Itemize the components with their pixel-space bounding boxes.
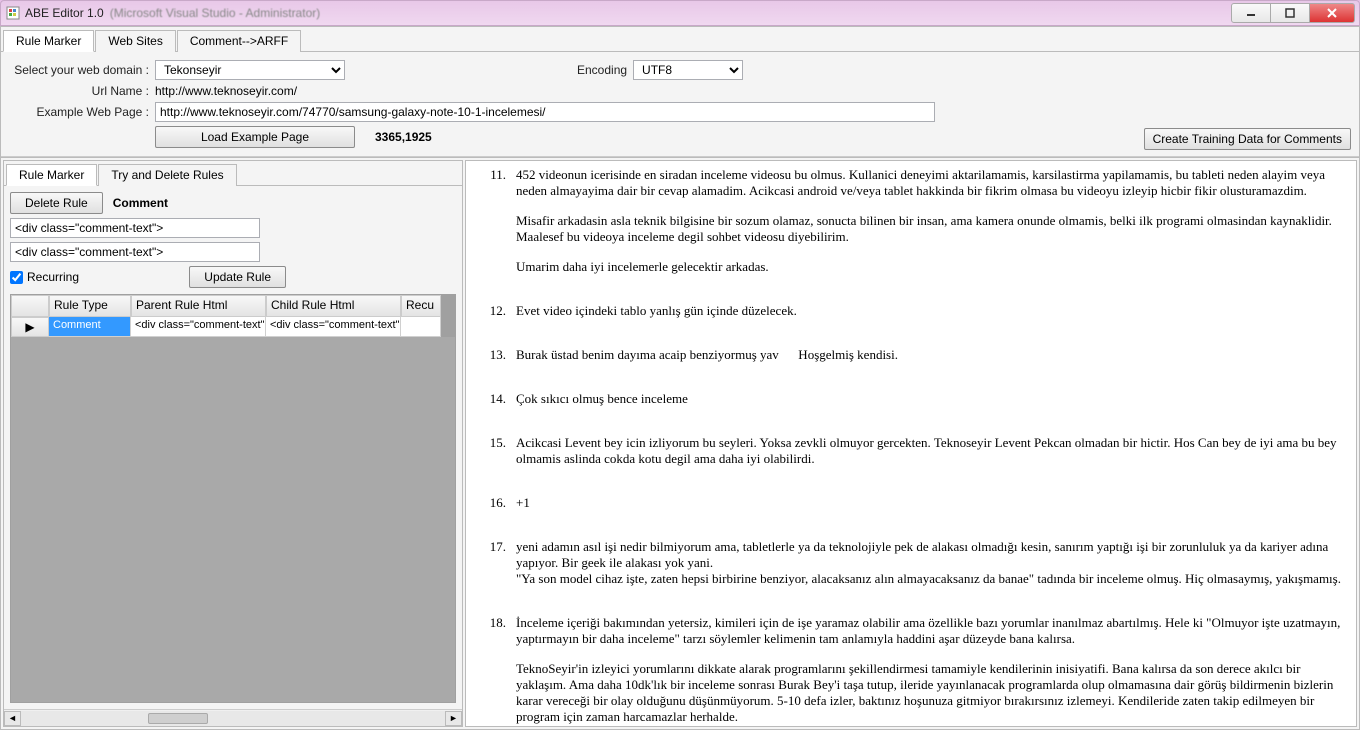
comment-number: 11. xyxy=(476,167,506,289)
row-marker: ▶ xyxy=(11,317,49,337)
rules-grid[interactable]: Rule Type Parent Rule Html Child Rule Ht… xyxy=(10,294,456,703)
comment-paragraph: TeknoSeyir'in izleyici yorumlarını dikka… xyxy=(516,661,1346,725)
recurring-checkbox-label[interactable]: Recurring xyxy=(10,270,79,284)
comment-row: 13. Burak üstad benim dayıma acaip benziy… xyxy=(476,347,1346,377)
left-hscrollbar[interactable]: ◄ ► xyxy=(4,709,462,726)
domain-label: Select your web domain : xyxy=(9,63,149,77)
comment-number: 15. xyxy=(476,435,506,481)
split-container: Rule Marker Try and Delete Rules Delete … xyxy=(1,157,1359,729)
grid-corner xyxy=(11,295,49,317)
comment-number: 16. xyxy=(476,495,506,525)
comment-text: +1 xyxy=(516,495,1346,525)
cell-recu[interactable] xyxy=(401,317,441,337)
comment-paragraph: Burak üstad benim dayıma acaip benziyorm… xyxy=(516,347,1346,363)
table-row[interactable]: ▶ Comment <div class="comment-text"> <di… xyxy=(11,317,455,337)
right-pane: 11. 452 videonun icerisinde en siradan in… xyxy=(465,160,1357,727)
scroll-left-icon[interactable]: ◄ xyxy=(4,711,21,726)
load-example-button[interactable]: Load Example Page xyxy=(155,126,355,148)
example-label: Example Web Page : xyxy=(9,105,149,119)
top-form: Select your web domain : Tekonseyir Enco… xyxy=(1,52,1359,157)
urlname-value: http://www.teknoseyir.com/ xyxy=(155,84,297,98)
comment-text: Evet video içindeki tablo yanlış gün içi… xyxy=(516,303,1346,333)
comment-row: 18. İnceleme içeriği bakımından yetersiz,… xyxy=(476,615,1346,727)
col-parent[interactable]: Parent Rule Html xyxy=(131,295,266,317)
comment-text: Acikcasi Levent bey icin izliyorum bu se… xyxy=(516,435,1346,481)
app-icon xyxy=(5,5,21,21)
domain-select[interactable]: Tekonseyir xyxy=(155,60,345,80)
left-tab-try-delete[interactable]: Try and Delete Rules xyxy=(98,164,236,186)
comment-number: 13. xyxy=(476,347,506,377)
cell-parent[interactable]: <div class="comment-text"> xyxy=(131,317,266,337)
comment-row: 11. 452 videonun icerisinde en siradan in… xyxy=(476,167,1346,289)
example-input[interactable] xyxy=(155,102,935,122)
minimize-button[interactable] xyxy=(1231,3,1271,23)
col-child[interactable]: Child Rule Html xyxy=(266,295,401,317)
comment-number: 18. xyxy=(476,615,506,727)
close-button[interactable] xyxy=(1309,3,1355,23)
comment-row: 17. yeni adamın asıl işi nedir bilmiyorum… xyxy=(476,539,1346,601)
scroll-right-icon[interactable]: ► xyxy=(445,711,462,726)
scroll-track[interactable] xyxy=(21,711,445,726)
left-tab-rule-marker[interactable]: Rule Marker xyxy=(6,164,97,186)
left-pane: Rule Marker Try and Delete Rules Delete … xyxy=(3,160,463,727)
comment-number: 17. xyxy=(476,539,506,601)
update-rule-button[interactable]: Update Rule xyxy=(189,266,286,288)
comment-paragraph: Acikcasi Levent bey icin izliyorum bu se… xyxy=(516,435,1346,467)
child-html-input[interactable] xyxy=(10,242,260,262)
rule-type-label: Comment xyxy=(113,196,168,210)
encoding-select[interactable]: UTF8 xyxy=(633,60,743,80)
main-tabstrip: Rule Marker Web Sites Comment-->ARFF xyxy=(1,27,1359,52)
comment-text: Çok sıkıcı olmuş bence inceleme xyxy=(516,391,1346,421)
recurring-checkbox[interactable] xyxy=(10,271,23,284)
comment-number: 12. xyxy=(476,303,506,333)
grid-header: Rule Type Parent Rule Html Child Rule Ht… xyxy=(11,295,455,317)
parent-html-input[interactable] xyxy=(10,218,260,238)
cell-child[interactable]: <div class="comment-text"> xyxy=(266,317,401,337)
comment-row: 12. Evet video içindeki tablo yanlış gün … xyxy=(476,303,1346,333)
tab-comment-arff[interactable]: Comment-->ARFF xyxy=(177,30,301,52)
col-recu[interactable]: Recu xyxy=(401,295,441,317)
comment-paragraph: yeni adamın asıl işi nedir bilmiyorum am… xyxy=(516,539,1346,587)
col-rule-type[interactable]: Rule Type xyxy=(49,295,131,317)
urlname-label: Url Name : xyxy=(9,84,149,98)
comment-paragraph: Misafir arkadasin asla teknik bilgisine … xyxy=(516,213,1346,245)
comment-paragraph: Umarim daha iyi incelemerle gelecektir a… xyxy=(516,259,1346,275)
left-tabstrip: Rule Marker Try and Delete Rules xyxy=(4,161,462,186)
comment-paragraph: Evet video içindeki tablo yanlış gün içi… xyxy=(516,303,1346,319)
tab-web-sites[interactable]: Web Sites xyxy=(95,30,175,52)
comment-paragraph: Çok sıkıcı olmuş bence inceleme xyxy=(516,391,1346,407)
maximize-button[interactable] xyxy=(1270,3,1310,23)
window-title: ABE Editor 1.0 xyxy=(25,6,104,20)
comments-area: 11. 452 videonun icerisinde en siradan in… xyxy=(466,161,1356,727)
comment-text: İnceleme içeriği bakımından yetersiz, ki… xyxy=(516,615,1346,727)
comment-text: Burak üstad benim dayıma acaip benziyorm… xyxy=(516,347,1346,377)
comment-paragraph: +1 xyxy=(516,495,1346,511)
comment-text: 452 videonun icerisinde en siradan incel… xyxy=(516,167,1346,289)
comment-text: yeni adamın asıl işi nedir bilmiyorum am… xyxy=(516,539,1346,601)
comment-row: 16. +1 xyxy=(476,495,1346,525)
grid-filler xyxy=(11,337,455,702)
comment-paragraph: İnceleme içeriği bakımından yetersiz, ki… xyxy=(516,615,1346,647)
comment-number: 14. xyxy=(476,391,506,421)
delete-rule-button[interactable]: Delete Rule xyxy=(10,192,103,214)
coords-readout: 3365,1925 xyxy=(375,130,432,144)
scroll-thumb[interactable] xyxy=(148,713,208,724)
create-training-button[interactable]: Create Training Data for Comments xyxy=(1144,128,1351,150)
cell-rule-type[interactable]: Comment xyxy=(49,317,131,337)
encoding-label: Encoding xyxy=(577,63,627,77)
app-body: Rule Marker Web Sites Comment-->ARFF Sel… xyxy=(0,26,1360,730)
comment-row: 15. Acikcasi Levent bey icin izliyorum bu… xyxy=(476,435,1346,481)
comment-paragraph: 452 videonun icerisinde en siradan incel… xyxy=(516,167,1346,199)
window-subtitle: (Microsoft Visual Studio - Administrator… xyxy=(110,6,321,20)
window-titlebar: ABE Editor 1.0 (Microsoft Visual Studio … xyxy=(0,0,1360,26)
tab-rule-marker[interactable]: Rule Marker xyxy=(3,30,94,52)
comment-row: 14. Çok sıkıcı olmuş bence inceleme xyxy=(476,391,1346,421)
